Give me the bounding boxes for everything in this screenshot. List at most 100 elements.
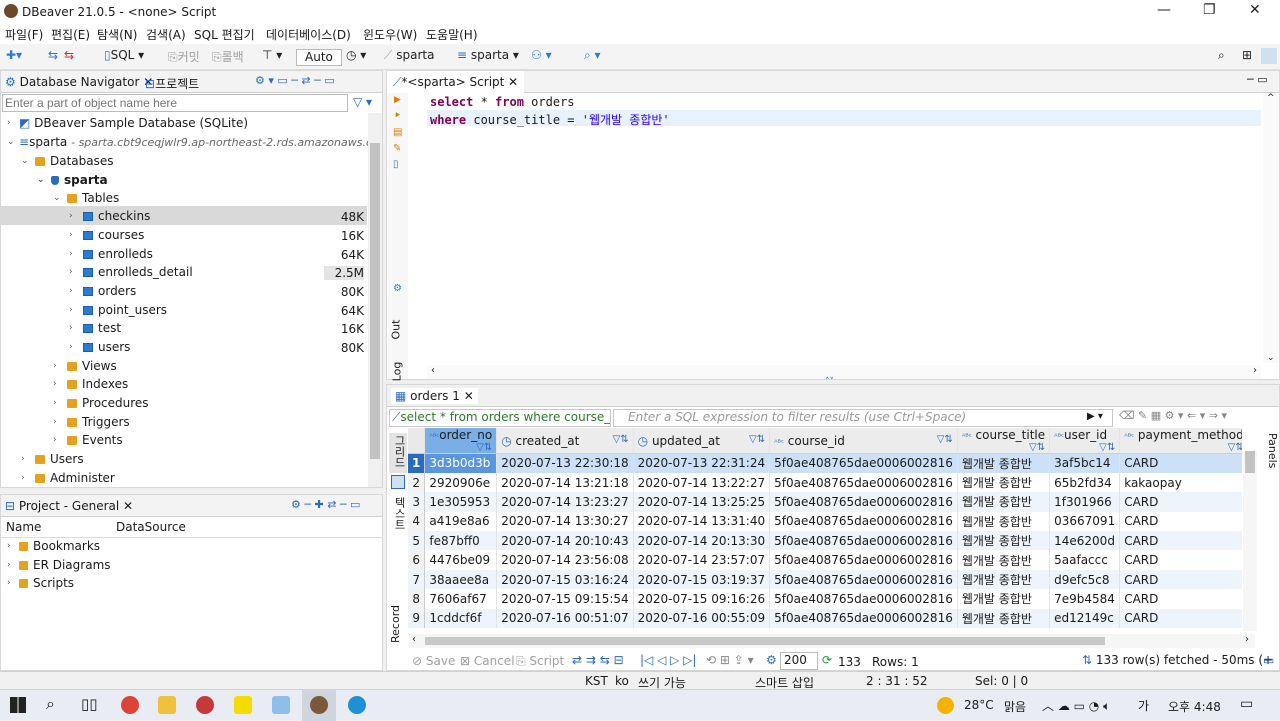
filter-actions[interactable]: ⌫ ✎ ▦ ⚙ ▾ ⇐ ▾ ⇒ ▾ xyxy=(1119,409,1227,422)
weather-sun-icon[interactable] xyxy=(937,697,954,714)
menu-help[interactable]: 도움말(H) xyxy=(426,26,478,43)
weather-temperature[interactable]: 28°C xyxy=(964,698,994,712)
cell[interactable]: 5f0ae408765dae0006002816 xyxy=(769,531,958,551)
project-item-scripts[interactable]: › Scripts xyxy=(7,574,74,593)
refresh-icons[interactable]: ⟲ ⊞ ⇪ ▾ xyxy=(706,653,754,667)
grid-side-tab[interactable]: 그리드 xyxy=(389,433,407,473)
tab-project-general[interactable]: ⊟ Project - General ✕ xyxy=(5,499,133,513)
table-item[interactable]: › point_users xyxy=(69,301,167,320)
chat-icon[interactable]: ▭ xyxy=(1263,653,1274,667)
cell[interactable]: 5f0ae408765dae0006002816 xyxy=(769,453,958,473)
tree-item-events[interactable]: › Events xyxy=(53,431,123,450)
output-side-tab[interactable]: Out xyxy=(389,320,402,340)
cell[interactable]: 2020-07-16 00:55:09 xyxy=(633,608,771,629)
cell[interactable]: 7606af67 xyxy=(424,589,498,609)
cell[interactable]: 웹개발 종합반 xyxy=(957,472,1051,493)
column-header[interactable]: ◷ updated_at ▽⇅ xyxy=(633,428,771,454)
cell[interactable]: 1cddcf6f xyxy=(424,608,498,629)
cell[interactable]: 웹개발 종합반 xyxy=(957,531,1051,551)
cell[interactable]: 7e9b4584 xyxy=(1049,589,1121,609)
edit-row-icons[interactable]: ⇄ ⇉ ⇆ ⊟ xyxy=(572,653,624,667)
cell[interactable]: 14e6200d xyxy=(1049,531,1121,551)
search-icon[interactable]: ⌕ ▾ xyxy=(584,48,601,63)
cell[interactable]: 2020-07-13 22:30:18 xyxy=(496,453,634,473)
panels-side-tab[interactable]: Panels xyxy=(1261,433,1279,483)
grid-h-scrollbar[interactable]: ‹ › xyxy=(409,634,1255,648)
project-item-bookmarks[interactable]: › Bookmarks xyxy=(7,537,100,556)
execute-statement-icon[interactable]: ⯈ xyxy=(394,111,401,121)
execute-script-icon[interactable]: ▤ xyxy=(393,127,402,138)
cell[interactable]: 5f0ae408765dae0006002816 xyxy=(769,472,958,493)
app-icon-red[interactable] xyxy=(196,696,214,714)
notepad-icon[interactable] xyxy=(272,696,290,714)
chrome-icon[interactable] xyxy=(121,696,139,714)
history-icon[interactable]: ◷ ▾ xyxy=(346,48,366,62)
query-text-field[interactable]: ⟋select * from orders where course_titl xyxy=(389,409,611,427)
cell[interactable]: 5f0ae408765dae0006002816 xyxy=(769,589,958,609)
cell[interactable]: 2020-07-15 09:16:26 xyxy=(633,589,771,609)
explain-icon[interactable]: ⚇ ▾ xyxy=(531,48,552,62)
cell[interactable]: CARD xyxy=(1119,608,1242,629)
column-header[interactable]: ᴬᴮᶜ payment_method▽⇅ xyxy=(1119,428,1242,454)
cell[interactable]: 2020-07-14 23:56:08 xyxy=(496,550,634,570)
tab-database-navigator[interactable]: ⚙ Database Navigator ✕ xyxy=(5,75,153,89)
maximize-icon[interactable]: ❐ xyxy=(1203,2,1216,18)
cell[interactable]: 03667091 xyxy=(1049,511,1121,532)
commit-button[interactable]: ⎘커밋 xyxy=(168,48,200,65)
cell[interactable]: CARD xyxy=(1119,531,1242,551)
filter-icon[interactable]: ▽ ▾ xyxy=(353,95,372,109)
execute-icon[interactable]: ▶ xyxy=(394,95,401,105)
file-explorer-icon[interactable] xyxy=(158,696,176,714)
auto-commit-field[interactable]: Auto xyxy=(296,49,342,66)
menu-file[interactable]: 파일(F) xyxy=(5,26,43,43)
clock[interactable]: 오후 4:48 xyxy=(1168,698,1221,715)
task-view-icon[interactable]: ▯▯ xyxy=(81,695,98,713)
menu-search[interactable]: 검색(A) xyxy=(146,26,186,43)
cell[interactable]: 5aafaccc xyxy=(1049,550,1121,570)
taskbar-search-icon[interactable]: ⌕ xyxy=(46,694,55,714)
dbeaver-taskbar-icon[interactable] xyxy=(310,696,328,714)
transaction-mode-icon[interactable]: ⊤ ▾ xyxy=(262,48,282,62)
filter-dropdown-icon[interactable]: ▶ ▾ xyxy=(1087,411,1103,422)
cell[interactable]: 웹개발 종합반 xyxy=(957,569,1051,590)
dbeaver-perspective-icon[interactable] xyxy=(1261,48,1277,64)
cell[interactable]: 2020-07-14 13:23:27 xyxy=(496,492,634,512)
cell[interactable]: 5f0ae408765dae0006002816 xyxy=(769,492,958,512)
results-filter-input[interactable]: Enter a SQL expression to filter results… xyxy=(613,409,1113,427)
navigator-filter-input[interactable] xyxy=(2,94,348,112)
page-nav-icons[interactable]: |◁ ◁ ▷ ▷| xyxy=(640,653,696,667)
cell[interactable]: 2020-07-14 13:21:18 xyxy=(496,472,634,493)
sql-line-1[interactable]: select * from orders xyxy=(430,95,575,109)
cell[interactable]: CARD xyxy=(1119,550,1242,570)
edge-icon[interactable] xyxy=(348,696,366,714)
record-side-tab[interactable]: Record xyxy=(389,593,407,643)
explain-plan-icon[interactable]: ✎ xyxy=(393,143,401,154)
schema-conn-2[interactable]: ≡ sparta ▾ xyxy=(457,48,519,62)
column-header[interactable]: ◷ created_at ▽⇅ xyxy=(496,428,634,454)
disconnect-icon[interactable]: ⇆ xyxy=(64,48,74,62)
navigator-scrollbar[interactable] xyxy=(368,113,382,487)
cell[interactable]: 웹개발 종합반 xyxy=(957,453,1051,473)
cell[interactable]: ed12149c xyxy=(1049,608,1121,629)
cell[interactable]: 웹개발 종합반 xyxy=(957,492,1051,512)
table-row[interactable]: 3 1e305953 2020-07-14 13:23:27 2020-07-14 … xyxy=(408,492,1242,512)
cell[interactable]: 웹개발 종합반 xyxy=(957,589,1051,609)
global-search-icon[interactable]: ⌕ xyxy=(1218,48,1225,63)
menu-database[interactable]: 데이터베이스(D) xyxy=(266,26,351,43)
cell[interactable]: fe87bff0 xyxy=(424,531,498,551)
editor-v-scrollbar[interactable]: ^ ⌄ xyxy=(1263,93,1279,363)
navigator-actions[interactable]: ⚙ ▾ ▭ ─ ⇄ ─ ▭ xyxy=(255,74,335,87)
tab-orders-1[interactable]: ▦ orders 1 ✕ xyxy=(391,388,478,404)
cell[interactable]: d9efc5c8 xyxy=(1049,569,1121,590)
table-item[interactable]: › courses xyxy=(69,226,144,245)
column-header[interactable]: ᴬᴮᶜuser_id ▽⇅ xyxy=(1049,428,1121,454)
sql-editor-button[interactable]: ▯SQL ▾ xyxy=(104,48,144,62)
cell[interactable]: 5f0ae408765dae0006002816 xyxy=(769,569,958,590)
table-row[interactable]: 9 1cddcf6f 2020-07-16 00:51:07 2020-07-16 … xyxy=(408,608,1242,629)
text-side-tab[interactable]: 텍스트 xyxy=(389,497,407,537)
cell[interactable]: 2020-07-15 09:15:54 xyxy=(496,589,634,609)
kakaotalk-icon[interactable] xyxy=(234,696,252,714)
table-item[interactable]: › test xyxy=(69,319,121,338)
cell[interactable]: 1e305953 xyxy=(424,492,498,512)
menu-sql-editor[interactable]: SQL 편집기 xyxy=(194,26,255,43)
